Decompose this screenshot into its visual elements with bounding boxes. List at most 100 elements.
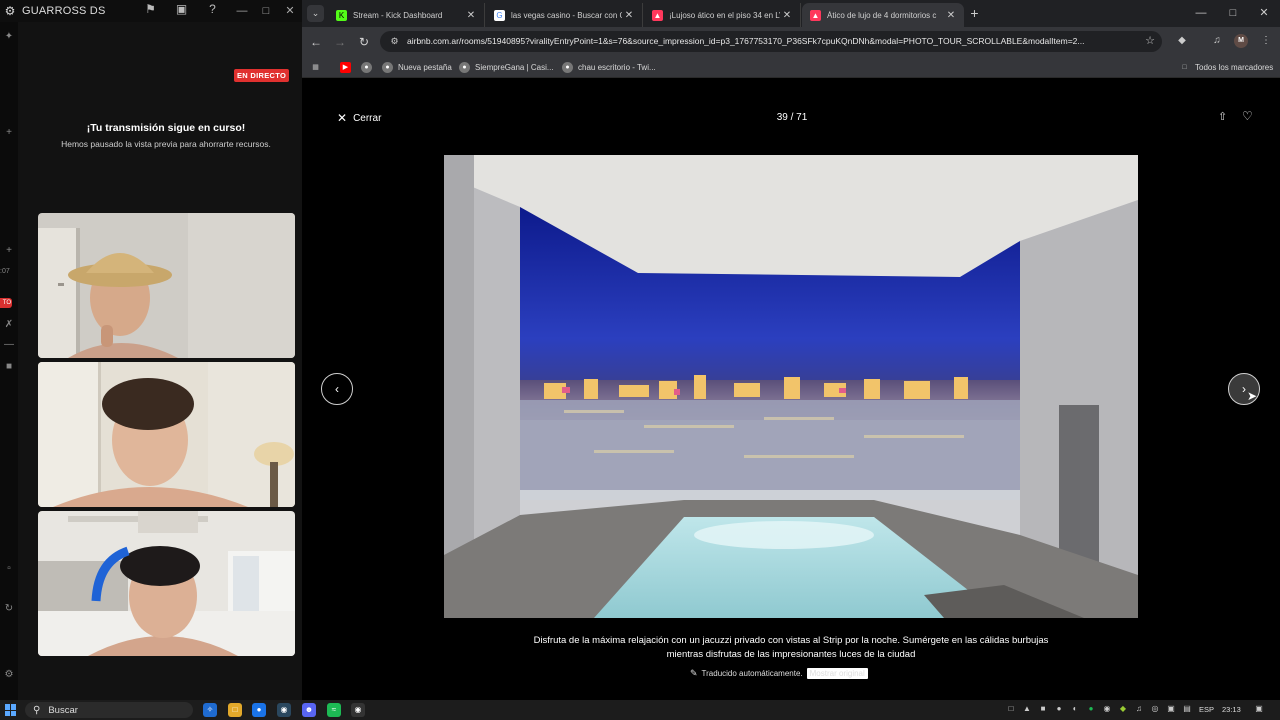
app-logo-icon: ⚙ [4, 4, 16, 18]
globe-icon: ● [562, 61, 573, 73]
translate-icon: ✎ [690, 668, 698, 678]
app-titlebar: ⚙ GUARROSS DS ⚑ ▣ ? — □ ✕ [0, 0, 302, 22]
settings-icon[interactable]: ⚙ [2, 668, 16, 682]
tab-close-icon[interactable]: ✕ [622, 10, 636, 21]
globe-bookmark-icon[interactable]: ● [361, 60, 377, 74]
mic-off-icon[interactable]: ✗ [2, 318, 16, 332]
bookmark-siempregana[interactable]: ● SiempreGana | Casi... [459, 60, 554, 74]
tab-close-icon[interactable]: ✕ [780, 10, 794, 21]
share-icon[interactable]: ⇧ [1218, 110, 1227, 123]
obs-icon[interactable]: ◉ [351, 703, 365, 717]
browser-close-icon[interactable]: ✕ [1248, 0, 1280, 27]
chat-icon[interactable]: ▫ [2, 562, 16, 576]
group-icon[interactable]: ✦ [2, 30, 16, 44]
volume-icon[interactable]: ♫ [1133, 703, 1145, 715]
apps-grid-icon[interactable]: ▦ [310, 60, 326, 74]
notifications-icon[interactable]: ▣ [1253, 703, 1265, 715]
rail-live-badge: TO [0, 298, 12, 308]
tab-kick-dashboard[interactable]: K Stream - Kick Dashboard ✕ [328, 3, 485, 27]
search-placeholder: Buscar [48, 704, 78, 716]
copilot-icon[interactable]: ✧ [203, 703, 217, 717]
chrome-icon[interactable]: ● [252, 703, 266, 717]
spotify-icon[interactable]: ≈ [327, 703, 341, 717]
display-icon[interactable]: ▣ [1165, 703, 1177, 715]
forward-icon[interactable]: → [331, 33, 349, 51]
photo-caption: Disfruta de la máxima relajación con un … [533, 635, 1049, 660]
tray-icon-5[interactable]: ◐ [1069, 703, 1081, 715]
bookmark-label: Todos los marcadores [1195, 62, 1274, 72]
kick-icon: K [336, 9, 347, 21]
bookmark-star-icon[interactable]: ☆ [1145, 34, 1155, 47]
new-tab-button[interactable]: + [966, 5, 983, 22]
globe-icon: ● [382, 61, 393, 73]
add-source-icon[interactable]: + [2, 244, 16, 258]
add-icon[interactable]: + [2, 126, 16, 140]
tray-nvidia-icon[interactable]: ◆ [1117, 703, 1129, 715]
tray-icon-1[interactable]: □ [1005, 703, 1017, 715]
steam-icon[interactable]: ◉ [277, 703, 291, 717]
screen-record-icon[interactable]: ▣ [175, 3, 188, 16]
network-icon[interactable]: ▤ [1181, 703, 1193, 715]
airbnb-icon: ▲ [652, 9, 663, 21]
app-title: GUARROSS DS [22, 5, 106, 17]
mic-icon[interactable]: ◎ [1149, 703, 1161, 715]
extensions-icon[interactable]: ◆ [1174, 33, 1190, 49]
maximize-icon[interactable]: □ [254, 0, 278, 22]
youtube-bookmark-icon[interactable]: ▶ [340, 60, 356, 74]
taskbar-search[interactable]: ⚲ Buscar [25, 702, 193, 718]
minimize-icon[interactable]: — [230, 0, 254, 22]
address-bar[interactable]: ⚙ airbnb.com.ar/rooms/51940895?viralityE… [380, 31, 1162, 52]
heart-icon[interactable]: ♡ [1242, 109, 1253, 123]
tray-spotify-icon[interactable]: ● [1085, 703, 1097, 715]
language-indicator[interactable]: ESP [1199, 705, 1214, 714]
browser-maximize-icon[interactable]: □ [1217, 0, 1249, 27]
help-icon[interactable]: ? [206, 3, 219, 16]
close-icon[interactable]: ✕ [278, 0, 302, 22]
streaming-app-window: ⚙ GUARROSS DS ⚑ ▣ ? — □ ✕ ✦ + + :07 TO ✗… [0, 0, 302, 700]
site-info-icon[interactable]: ⚙ [388, 35, 401, 48]
tab-airbnb-atico-active[interactable]: ▲ Ático de lujo de 4 dormitorios c ✕ [802, 3, 964, 27]
profile-avatar[interactable]: M [1234, 34, 1248, 48]
previous-photo-button[interactable]: ‹ [321, 373, 353, 405]
camera-feed-3[interactable] [38, 511, 295, 656]
tab-close-icon[interactable]: ✕ [464, 10, 478, 21]
stream-status-subtitle: Hemos pausado la vista previa para ahorr… [61, 139, 271, 149]
all-bookmarks-folder[interactable]: □ Todos los marcadores [1179, 60, 1273, 74]
clock[interactable]: 23:13 [1222, 705, 1241, 714]
bookmark-label: Nueva pestaña [398, 62, 452, 72]
tray-icon-2[interactable]: ▲ [1021, 703, 1033, 715]
left-rail: ✦ + + :07 TO ✗ — ■ ▫ ↻ ⚙ [0, 22, 18, 700]
back-icon[interactable]: ← [307, 33, 325, 51]
media-controls-icon[interactable]: ♫ [1209, 33, 1225, 49]
share-screen-icon[interactable]: ↻ [2, 602, 16, 616]
tray-icon-4[interactable]: ● [1053, 703, 1065, 715]
stream-status-title: ¡Tu transmisión sigue en curso! [86, 122, 246, 134]
bookmark-nueva-pestana[interactable]: ● Nueva pestaña [382, 60, 452, 74]
translation-notice: ✎ Traducido automáticamente. Mostrar ori… [690, 668, 868, 679]
tab-label: ¡Lujoso ático en el piso 34 en LV [669, 10, 780, 20]
browser-toolbar: ← → ↻ ⚙ airbnb.com.ar/rooms/51940895?vir… [302, 27, 1280, 56]
reload-icon[interactable]: ↻ [355, 33, 373, 51]
browser-menu-icon[interactable]: ⋮ [1258, 33, 1274, 49]
tray-steam-icon[interactable]: ◉ [1101, 703, 1113, 715]
google-icon: G [494, 9, 505, 21]
show-original-link[interactable]: Mostrar original [806, 668, 868, 679]
camera-feed-2[interactable] [38, 362, 295, 507]
close-button[interactable]: ✕ Cerrar [337, 111, 381, 125]
bookmark-chau-escritorio[interactable]: ● chau escritorio - Twi... [562, 60, 656, 74]
tray-icon-3[interactable]: ■ [1037, 703, 1049, 715]
tab-close-icon[interactable]: ✕ [944, 10, 958, 21]
tab-google-search[interactable]: G las vegas casino - Buscar con G ✕ [486, 3, 643, 27]
windows-start-icon[interactable] [5, 704, 17, 716]
discord-icon[interactable]: ☻ [302, 703, 316, 717]
bookmark-label: chau escritorio - Twi... [578, 62, 656, 72]
tab-label: las vegas casino - Buscar con G [511, 10, 622, 20]
tab-search-icon[interactable]: ⌄ [307, 5, 324, 22]
camera-icon[interactable]: ■ [2, 360, 16, 374]
camera-feed-1[interactable] [38, 213, 295, 358]
browser-minimize-icon[interactable]: — [1185, 0, 1217, 27]
flag-icon[interactable]: ⚑ [144, 3, 157, 16]
url-text[interactable]: airbnb.com.ar/rooms/51940895?viralityEnt… [407, 36, 1137, 46]
file-explorer-icon[interactable]: □ [228, 703, 242, 717]
tab-airbnb-lujoso[interactable]: ▲ ¡Lujoso ático en el piso 34 en LV ✕ [644, 3, 801, 27]
